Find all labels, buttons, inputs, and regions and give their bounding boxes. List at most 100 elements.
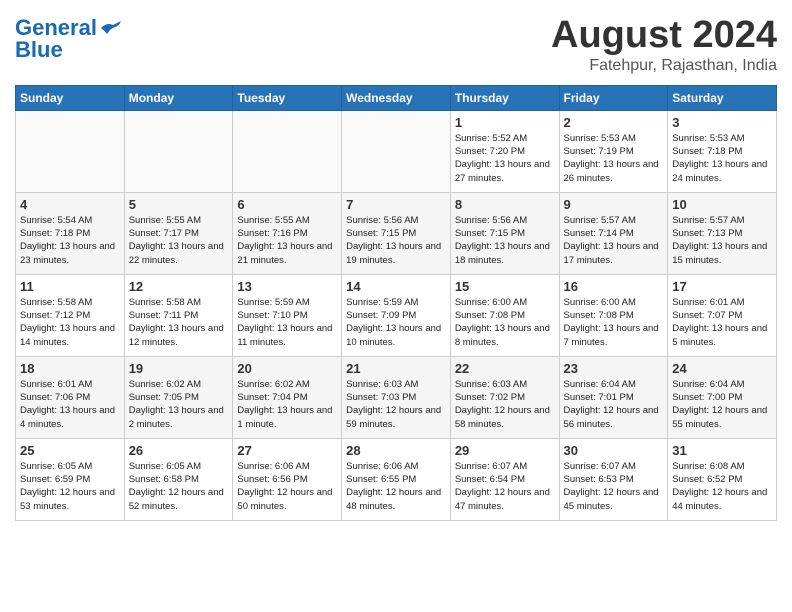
day-number: 21: [346, 361, 446, 376]
calendar-cell: [342, 110, 451, 192]
calendar-cell: 8 Sunrise: 5:56 AM Sunset: 7:15 PM Daylig…: [450, 192, 559, 274]
col-header-sunday: Sunday: [16, 85, 125, 110]
month-title: August 2024: [551, 15, 777, 57]
cell-content: Sunrise: 6:02 AM Sunset: 7:04 PM Dayligh…: [237, 378, 337, 431]
cell-content: Sunrise: 5:54 AM Sunset: 7:18 PM Dayligh…: [20, 214, 120, 267]
cell-content: Sunrise: 6:03 AM Sunset: 7:02 PM Dayligh…: [455, 378, 555, 431]
calendar-cell: 15 Sunrise: 6:00 AM Sunset: 7:08 PM Dayli…: [450, 274, 559, 356]
cell-content: Sunrise: 6:05 AM Sunset: 6:59 PM Dayligh…: [20, 460, 120, 513]
day-number: 24: [672, 361, 772, 376]
calendar-cell: 10 Sunrise: 5:57 AM Sunset: 7:13 PM Dayli…: [668, 192, 777, 274]
calendar-cell: 11 Sunrise: 5:58 AM Sunset: 7:12 PM Dayli…: [16, 274, 125, 356]
calendar-cell: [233, 110, 342, 192]
cell-content: Sunrise: 6:07 AM Sunset: 6:53 PM Dayligh…: [564, 460, 664, 513]
calendar-cell: 6 Sunrise: 5:55 AM Sunset: 7:16 PM Daylig…: [233, 192, 342, 274]
cell-content: Sunrise: 6:04 AM Sunset: 7:01 PM Dayligh…: [564, 378, 664, 431]
day-number: 2: [564, 115, 664, 130]
cell-content: Sunrise: 5:58 AM Sunset: 7:11 PM Dayligh…: [129, 296, 229, 349]
cell-content: Sunrise: 6:06 AM Sunset: 6:56 PM Dayligh…: [237, 460, 337, 513]
day-number: 3: [672, 115, 772, 130]
cell-content: Sunrise: 5:53 AM Sunset: 7:19 PM Dayligh…: [564, 132, 664, 185]
cell-content: Sunrise: 5:55 AM Sunset: 7:17 PM Dayligh…: [129, 214, 229, 267]
day-number: 9: [564, 197, 664, 212]
day-number: 7: [346, 197, 446, 212]
calendar-cell: 19Sunrise: 6:02 AM Sunset: 7:05 PM Dayli…: [124, 356, 233, 438]
location: Fatehpur, Rajasthan, India: [551, 57, 777, 75]
calendar-cell: [124, 110, 233, 192]
day-number: 12: [129, 279, 229, 294]
day-number: 17: [672, 279, 772, 294]
cell-content: Sunrise: 5:56 AM Sunset: 7:15 PM Dayligh…: [346, 214, 446, 267]
day-number: 22: [455, 361, 555, 376]
cell-content: Sunrise: 5:55 AM Sunset: 7:16 PM Dayligh…: [237, 214, 337, 267]
day-number: 25: [20, 443, 120, 458]
cell-content: Sunrise: 6:04 AM Sunset: 7:00 PM Dayligh…: [672, 378, 772, 431]
day-number: 4: [20, 197, 120, 212]
col-header-saturday: Saturday: [668, 85, 777, 110]
week-row-5: 25 Sunrise: 6:05 AM Sunset: 6:59 PM Dayli…: [16, 438, 777, 520]
day-number: 23: [564, 361, 664, 376]
header-row: SundayMondayTuesdayWednesdayThursdayFrid…: [16, 85, 777, 110]
day-number: 10: [672, 197, 772, 212]
calendar-cell: 5 Sunrise: 5:55 AM Sunset: 7:17 PM Daylig…: [124, 192, 233, 274]
logo-bird-icon: [99, 20, 121, 36]
day-number: 6: [237, 197, 337, 212]
calendar-cell: 25 Sunrise: 6:05 AM Sunset: 6:59 PM Dayli…: [16, 438, 125, 520]
cell-content: Sunrise: 6:08 AM Sunset: 6:52 PM Dayligh…: [672, 460, 772, 513]
col-header-tuesday: Tuesday: [233, 85, 342, 110]
day-number: 28: [346, 443, 446, 458]
week-row-4: 18 Sunrise: 6:01 AM Sunset: 7:06 PM Dayli…: [16, 356, 777, 438]
cell-content: Sunrise: 6:01 AM Sunset: 7:06 PM Dayligh…: [20, 378, 120, 431]
cell-content: Sunrise: 6:06 AM Sunset: 6:55 PM Dayligh…: [346, 460, 446, 513]
col-header-wednesday: Wednesday: [342, 85, 451, 110]
cell-content: Sunrise: 6:01 AM Sunset: 7:07 PM Dayligh…: [672, 296, 772, 349]
calendar-cell: 29 Sunrise: 6:07 AM Sunset: 6:54 PM Dayli…: [450, 438, 559, 520]
cell-content: Sunrise: 6:00 AM Sunset: 7:08 PM Dayligh…: [455, 296, 555, 349]
day-number: 18: [20, 361, 120, 376]
calendar-cell: 23 Sunrise: 6:04 AM Sunset: 7:01 PM Dayli…: [559, 356, 668, 438]
calendar-cell: 2 Sunrise: 5:53 AM Sunset: 7:19 PM Daylig…: [559, 110, 668, 192]
week-row-2: 4 Sunrise: 5:54 AM Sunset: 7:18 PM Daylig…: [16, 192, 777, 274]
logo: General Blue: [15, 15, 121, 63]
day-number: 1: [455, 115, 555, 130]
cell-content: Sunrise: 6:00 AM Sunset: 7:08 PM Dayligh…: [564, 296, 664, 349]
calendar-cell: 30 Sunrise: 6:07 AM Sunset: 6:53 PM Dayli…: [559, 438, 668, 520]
day-number: 15: [455, 279, 555, 294]
page-header: General Blue August 2024 Fatehpur, Rajas…: [15, 15, 777, 75]
day-number: 8: [455, 197, 555, 212]
calendar-cell: 9 Sunrise: 5:57 AM Sunset: 7:14 PM Daylig…: [559, 192, 668, 274]
cell-content: Sunrise: 6:02 AM Sunset: 7:05 PM Dayligh…: [129, 378, 229, 431]
calendar-cell: [16, 110, 125, 192]
day-number: 20: [237, 361, 337, 376]
day-number: 5: [129, 197, 229, 212]
cell-content: Sunrise: 5:58 AM Sunset: 7:12 PM Dayligh…: [20, 296, 120, 349]
cell-content: Sunrise: 5:56 AM Sunset: 7:15 PM Dayligh…: [455, 214, 555, 267]
day-number: 31: [672, 443, 772, 458]
cell-content: Sunrise: 5:57 AM Sunset: 7:14 PM Dayligh…: [564, 214, 664, 267]
cell-content: Sunrise: 5:53 AM Sunset: 7:18 PM Dayligh…: [672, 132, 772, 185]
calendar-cell: 28 Sunrise: 6:06 AM Sunset: 6:55 PM Dayli…: [342, 438, 451, 520]
calendar-cell: 1 Sunrise: 5:52 AM Sunset: 7:20 PM Daylig…: [450, 110, 559, 192]
calendar-cell: 27Sunrise: 6:06 AM Sunset: 6:56 PM Dayli…: [233, 438, 342, 520]
col-header-friday: Friday: [559, 85, 668, 110]
day-number: 29: [455, 443, 555, 458]
calendar-cell: 7 Sunrise: 5:56 AM Sunset: 7:15 PM Daylig…: [342, 192, 451, 274]
cell-content: Sunrise: 5:57 AM Sunset: 7:13 PM Dayligh…: [672, 214, 772, 267]
day-number: 14: [346, 279, 446, 294]
calendar-cell: 20 Sunrise: 6:02 AM Sunset: 7:04 PM Dayli…: [233, 356, 342, 438]
calendar-cell: 21 Sunrise: 6:03 AM Sunset: 7:03 PM Dayli…: [342, 356, 451, 438]
cell-content: Sunrise: 6:07 AM Sunset: 6:54 PM Dayligh…: [455, 460, 555, 513]
calendar-cell: 17 Sunrise: 6:01 AM Sunset: 7:07 PM Dayli…: [668, 274, 777, 356]
title-block: August 2024 Fatehpur, Rajasthan, India: [551, 15, 777, 75]
calendar-cell: 22 Sunrise: 6:03 AM Sunset: 7:02 PM Dayli…: [450, 356, 559, 438]
calendar-cell: 3 Sunrise: 5:53 AM Sunset: 7:18 PM Daylig…: [668, 110, 777, 192]
calendar-cell: 26Sunrise: 6:05 AM Sunset: 6:58 PM Dayli…: [124, 438, 233, 520]
cell-content: Sunrise: 5:52 AM Sunset: 7:20 PM Dayligh…: [455, 132, 555, 185]
cell-content: Sunrise: 6:03 AM Sunset: 7:03 PM Dayligh…: [346, 378, 446, 431]
calendar-cell: 31 Sunrise: 6:08 AM Sunset: 6:52 PM Dayli…: [668, 438, 777, 520]
col-header-monday: Monday: [124, 85, 233, 110]
day-number: 30: [564, 443, 664, 458]
day-number: 11: [20, 279, 120, 294]
cell-content: Sunrise: 5:59 AM Sunset: 7:09 PM Dayligh…: [346, 296, 446, 349]
calendar-cell: 13Sunrise: 5:59 AM Sunset: 7:10 PM Dayli…: [233, 274, 342, 356]
